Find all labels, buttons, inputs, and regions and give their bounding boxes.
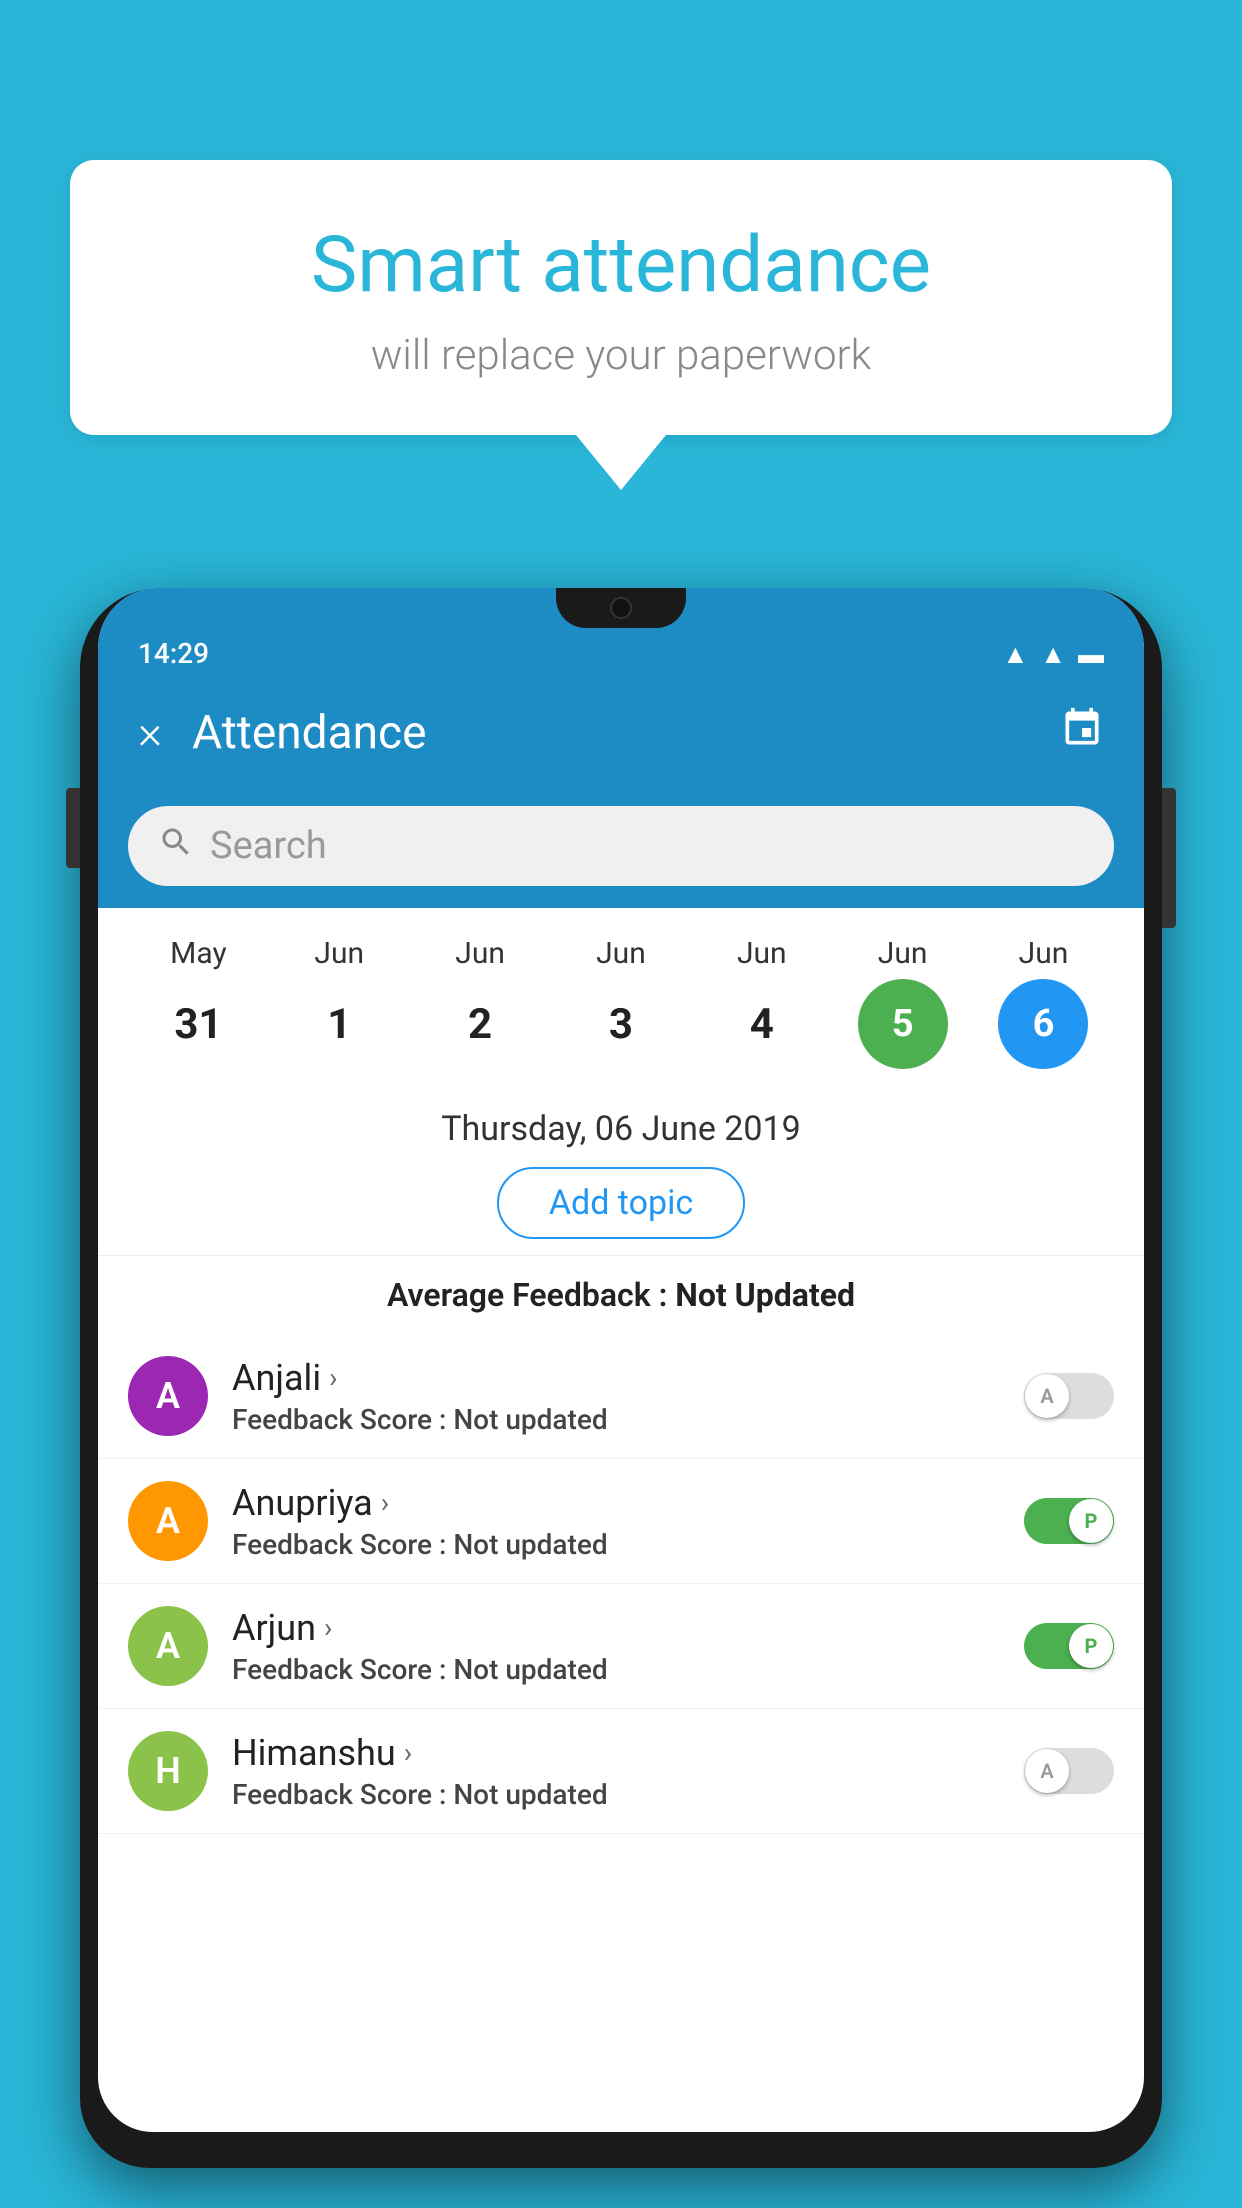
- phone-container: 14:29 ▲ ▲ ▬ × Attendance: [80, 570, 1162, 2208]
- close-button[interactable]: ×: [138, 710, 162, 756]
- cal-month-6: Jun: [978, 936, 1108, 971]
- camera-icon: [610, 597, 632, 619]
- student-info: Arjun › Feedback Score : Not updated: [232, 1607, 1000, 1686]
- student-name[interactable]: Arjun ›: [232, 1607, 1000, 1649]
- status-time: 14:29: [138, 637, 1003, 670]
- student-name[interactable]: Anupriya ›: [232, 1482, 1000, 1524]
- calendar-months-row: May Jun Jun Jun Jun Jun Jun: [128, 936, 1114, 971]
- cal-month-5: Jun: [838, 936, 968, 971]
- cal-date-4: 4: [697, 1000, 827, 1049]
- phone-notch: [556, 588, 686, 628]
- list-item: H Himanshu › Feedback Score : Not update…: [98, 1709, 1144, 1834]
- cal-date-wrapper-3[interactable]: 3: [556, 1000, 686, 1049]
- avatar: A: [128, 1356, 208, 1436]
- chevron-right-icon: ›: [404, 1736, 412, 1769]
- speech-bubble-pointer: [576, 435, 666, 490]
- cal-date-6: 6: [998, 979, 1088, 1069]
- list-item: A Arjun › Feedback Score : Not updated P: [98, 1584, 1144, 1709]
- calendar-section: May Jun Jun Jun Jun Jun Jun 31 1: [98, 908, 1144, 1089]
- chevron-right-icon: ›: [329, 1361, 337, 1394]
- feedback-value: Not Updated: [675, 1276, 855, 1314]
- attendance-toggle[interactable]: P: [1024, 1623, 1114, 1669]
- student-list: A Anjali › Feedback Score : Not updated …: [98, 1334, 1144, 1834]
- calendar-icon[interactable]: [1060, 706, 1104, 760]
- speech-bubble-title: Smart attendance: [120, 220, 1122, 311]
- cal-date-wrapper-4[interactable]: 4: [697, 1000, 827, 1049]
- attendance-toggle[interactable]: A: [1024, 1373, 1114, 1419]
- wifi-icon: ▲: [1003, 639, 1029, 670]
- search-bar[interactable]: Search: [128, 806, 1114, 886]
- list-item: A Anupriya › Feedback Score : Not update…: [98, 1459, 1144, 1584]
- student-name[interactable]: Anjali ›: [232, 1357, 1000, 1399]
- cal-month-1: Jun: [274, 936, 404, 971]
- cal-date-5: 5: [858, 979, 948, 1069]
- chevron-right-icon: ›: [324, 1611, 332, 1644]
- feedback-score: Feedback Score : Not updated: [232, 1403, 1000, 1436]
- date-info: Thursday, 06 June 2019 Add topic: [98, 1089, 1144, 1256]
- cal-date-wrapper-5[interactable]: 5: [838, 979, 968, 1069]
- signal-icon: ▲: [1040, 639, 1066, 670]
- avatar: A: [128, 1481, 208, 1561]
- phone-frame: 14:29 ▲ ▲ ▬ × Attendance: [80, 588, 1162, 2168]
- status-icons: ▲ ▲ ▬: [1003, 639, 1104, 670]
- feedback-score: Feedback Score : Not updated: [232, 1653, 1000, 1686]
- speech-bubble: Smart attendance will replace your paper…: [70, 160, 1172, 435]
- cal-date-3: 3: [556, 1000, 686, 1049]
- add-topic-button[interactable]: Add topic: [497, 1167, 745, 1239]
- phone-screen: 14:29 ▲ ▲ ▬ × Attendance: [98, 588, 1144, 2132]
- attendance-toggle[interactable]: P: [1024, 1498, 1114, 1544]
- avatar: A: [128, 1606, 208, 1686]
- battery-icon: ▬: [1078, 639, 1104, 670]
- cal-date-0: 31: [133, 1000, 263, 1049]
- cal-date-wrapper-1[interactable]: 1: [274, 1000, 404, 1049]
- calendar-dates-row: 31 1 2 3 4 5: [128, 979, 1114, 1069]
- avatar: H: [128, 1731, 208, 1811]
- cal-month-2: Jun: [415, 936, 545, 971]
- feedback-score: Feedback Score : Not updated: [232, 1528, 1000, 1561]
- feedback-score: Feedback Score : Not updated: [232, 1778, 1000, 1811]
- search-placeholder: Search: [210, 824, 327, 868]
- student-info: Himanshu › Feedback Score : Not updated: [232, 1732, 1000, 1811]
- student-name[interactable]: Himanshu ›: [232, 1732, 1000, 1774]
- student-info: Anjali › Feedback Score : Not updated: [232, 1357, 1000, 1436]
- search-icon: [158, 824, 194, 869]
- status-bar: 14:29 ▲ ▲ ▬: [98, 588, 1144, 678]
- speech-bubble-subtitle: will replace your paperwork: [120, 331, 1122, 380]
- cal-date-wrapper-0[interactable]: 31: [133, 1000, 263, 1049]
- cal-month-0: May: [133, 936, 263, 971]
- average-feedback: Average Feedback : Not Updated: [98, 1256, 1144, 1334]
- selected-date-label: Thursday, 06 June 2019: [98, 1109, 1144, 1149]
- student-info: Anupriya › Feedback Score : Not updated: [232, 1482, 1000, 1561]
- chevron-right-icon: ›: [381, 1486, 389, 1519]
- speech-bubble-container: Smart attendance will replace your paper…: [70, 160, 1172, 490]
- feedback-label: Average Feedback :: [387, 1276, 675, 1314]
- cal-date-wrapper-2[interactable]: 2: [415, 1000, 545, 1049]
- cal-date-2: 2: [415, 1000, 545, 1049]
- cal-date-wrapper-6[interactable]: 6: [978, 979, 1108, 1069]
- header-title: Attendance: [192, 706, 1030, 760]
- list-item: A Anjali › Feedback Score : Not updated …: [98, 1334, 1144, 1459]
- search-container: Search: [98, 788, 1144, 908]
- app-header: × Attendance: [98, 678, 1144, 788]
- cal-month-3: Jun: [556, 936, 686, 971]
- attendance-toggle[interactable]: A: [1024, 1748, 1114, 1794]
- cal-date-1: 1: [274, 1000, 404, 1049]
- cal-month-4: Jun: [697, 936, 827, 971]
